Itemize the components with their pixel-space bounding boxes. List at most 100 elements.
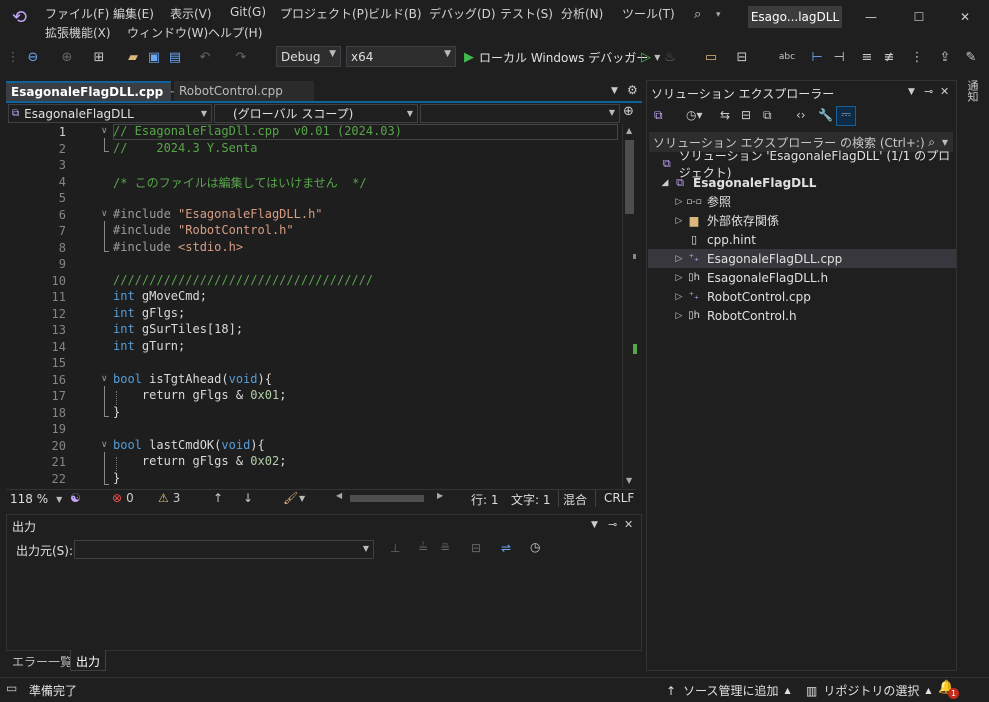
toolbar-options-icon[interactable]: ⋮ [910, 46, 924, 68]
menu-view[interactable]: 表示(V) [170, 5, 212, 22]
panel-menu-icon[interactable]: ▼ [591, 520, 598, 530]
previous-issue-icon[interactable]: ↑ [213, 491, 223, 505]
code-view-icon[interactable]: ‹› [796, 108, 806, 122]
pin-icon[interactable]: ⊸ [924, 85, 933, 98]
configuration-combo[interactable]: Debug ▼ [276, 46, 341, 67]
hscroll-thumb[interactable] [350, 495, 424, 502]
fold-collapse-icon[interactable]: ∨ [101, 126, 108, 136]
menu-debug[interactable]: デバッグ(D) [429, 5, 496, 22]
go-next-message-icon[interactable]: ≞ [440, 541, 450, 555]
find-message-icon[interactable]: ⊥ [390, 541, 400, 555]
tab-output[interactable]: 出力 [70, 650, 107, 671]
go-previous-message-icon[interactable]: ≟ [418, 541, 428, 555]
menu-help[interactable]: ヘルプ(H) [208, 24, 262, 41]
pending-changes-icon[interactable]: ◷▾ [686, 108, 703, 122]
fold-collapse-icon[interactable]: ∨ [101, 374, 108, 384]
settings-gear-icon[interactable]: ⚙ [627, 83, 638, 97]
fold-collapse-icon[interactable]: ∨ [101, 209, 108, 219]
menu-test[interactable]: テスト(S) [500, 5, 553, 22]
tab-robotcontrol-cpp[interactable]: RobotControl.cpp [174, 81, 314, 101]
scroll-down-icon[interactable]: ▼ [626, 476, 632, 485]
close-icon[interactable]: ✕ [624, 518, 633, 531]
preview-selected-items-icon[interactable]: ⎓ [836, 106, 856, 126]
menu-analyze[interactable]: 分析(N) [561, 5, 603, 22]
copilot-icon[interactable]: ☯ [70, 491, 81, 505]
collapsed-arrow-icon[interactable]: ▷ [672, 216, 686, 226]
properties-wrench-icon[interactable]: 🔧 [818, 108, 833, 122]
open-file-icon[interactable]: ▰ [122, 46, 144, 68]
menu-tools[interactable]: ツール(T) [622, 5, 675, 22]
bookmark-icon[interactable]: ⊣ [830, 46, 848, 68]
next-issue-icon[interactable]: ↓ [243, 491, 253, 505]
tab-esagonaleflagdll-cpp[interactable]: EsagonaleFlagDLL.cpp ⊸ ✕ [6, 81, 193, 101]
save-all-icon[interactable]: ▤ [166, 46, 184, 68]
new-project-icon[interactable]: ⊞ [88, 46, 110, 68]
collapsed-arrow-icon[interactable]: ▷ [672, 197, 686, 207]
collapsed-arrow-icon[interactable]: ▷ [672, 292, 686, 302]
tree-item-esagonaleflagdll-cpp[interactable]: ▷ ⁺₊ EsagonaleFlagDLL.cpp [648, 249, 956, 268]
select-repository[interactable]: ▥ リポジトリの選択 ▲ [806, 682, 932, 699]
tree-item-robotcontrol-h[interactable]: ▷ ▯h RobotControl.h [648, 306, 956, 325]
collapsed-arrow-icon[interactable]: ▷ [672, 273, 686, 283]
forward-icon[interactable]: ⊕ [56, 46, 78, 68]
switch-views-icon[interactable]: ⧉ [654, 108, 663, 123]
outdent-icon[interactable]: ≢ [880, 46, 898, 68]
scroll-up-icon[interactable]: ▲ [626, 126, 632, 135]
indent-icon[interactable]: ≡ [858, 46, 876, 68]
save-icon[interactable]: ▣ [145, 46, 163, 68]
fold-collapse-icon[interactable]: ∨ [101, 440, 108, 450]
search-dropdown-icon[interactable]: ▾ [716, 10, 721, 20]
error-count[interactable]: ⊗ 0 [112, 491, 134, 505]
word-wrap-icon[interactable]: ⇌ [501, 541, 511, 555]
tree-solution-root[interactable]: ⧉ ソリューション 'EsagonaleFlagDLL' (1/1 のプロジェク… [648, 149, 956, 180]
tree-item-robotcontrol-cpp[interactable]: ▷ ⁺₊ RobotControl.cpp [648, 287, 956, 306]
tree-item-cpp-hint[interactable]: ▯ cpp.hint [648, 230, 956, 249]
maximize-button[interactable]: ☐ [896, 0, 942, 34]
tree-item-external-deps[interactable]: ▷ ▆ 外部依存関係 [648, 211, 956, 230]
scope-nav-combo[interactable]: (グローバル スコープ) ▼ [214, 104, 418, 123]
mode-indicator[interactable]: 混合 [563, 491, 587, 508]
scroll-thumb[interactable] [625, 140, 634, 214]
warning-count[interactable]: ⚠ 3 [158, 491, 180, 505]
start-debugging-button[interactable]: ▶ ローカル Windows デバッガー ▼ [464, 47, 660, 67]
collapse-all-icon[interactable]: ⊟ [741, 108, 751, 122]
back-icon[interactable]: ⊖ [22, 46, 44, 68]
line-indicator[interactable]: 行: 1 [471, 491, 499, 508]
close-icon[interactable]: ✕ [940, 85, 949, 98]
add-to-source-control[interactable]: ↑ ソース管理に追加 ▲ [666, 682, 791, 699]
member-nav-combo[interactable]: ▼ [420, 104, 620, 123]
feedback-icon[interactable]: ✎ [962, 46, 980, 68]
close-window-button[interactable]: ✕ [942, 0, 988, 34]
output-window-icon[interactable]: ▭ [6, 681, 17, 695]
panel-menu-icon[interactable]: ▼ [908, 87, 915, 97]
menu-extensions[interactable]: 拡張機能(X) [45, 24, 111, 41]
scroll-right-icon[interactable]: ▶ [437, 491, 443, 500]
search-icon[interactable]: ⌕ [694, 7, 701, 22]
char-indicator[interactable]: 文字: 1 [511, 491, 551, 508]
project-nav-combo[interactable]: ⧉ EsagonaleFlagDLL ▼ [8, 104, 212, 123]
hot-reload-icon[interactable]: ♨ [661, 46, 679, 68]
platform-combo[interactable]: x64 ▼ [346, 46, 456, 67]
expanded-arrow-icon[interactable]: ◢ [658, 178, 672, 188]
folder-icon[interactable]: ▭ [702, 46, 720, 68]
tree-item-references[interactable]: ▷ ▫-▫ 参照 [648, 192, 956, 211]
notifications-side-tab[interactable]: 通知 [964, 80, 980, 102]
split-editor-icon[interactable]: ⊕ [623, 104, 634, 119]
editor-vertical-scrollbar[interactable]: ▲ ▼ [622, 124, 637, 488]
pin-icon[interactable]: ⊸ [608, 518, 617, 531]
minimize-button[interactable]: — [848, 0, 894, 34]
chevron-down-icon[interactable]: ▼ [299, 494, 305, 503]
line-ending-indicator[interactable]: CRLF [604, 491, 634, 505]
redo-icon[interactable]: ↷ [232, 46, 250, 68]
start-without-debugging-icon[interactable]: ▷ [637, 46, 655, 68]
tab-list-dropdown-icon[interactable]: ▼ [611, 86, 618, 96]
clear-all-icon[interactable]: ⊟ [471, 541, 481, 555]
timestamp-icon[interactable]: ◷ [530, 540, 540, 554]
zoom-combo[interactable]: 118 % ▼ [10, 491, 66, 507]
menu-window[interactable]: ウィンドウ(W) [127, 24, 208, 41]
output-source-combo[interactable]: ▼ [74, 540, 374, 559]
code-cleanup-icon[interactable]: 🖌 [283, 491, 298, 505]
tree-item-esagonaleflagdll-h[interactable]: ▷ ▯h EsagonaleFlagDLL.h [648, 268, 956, 287]
menu-edit[interactable]: 編集(E) [113, 5, 154, 22]
share-icon[interactable]: ⇪ [936, 46, 954, 68]
